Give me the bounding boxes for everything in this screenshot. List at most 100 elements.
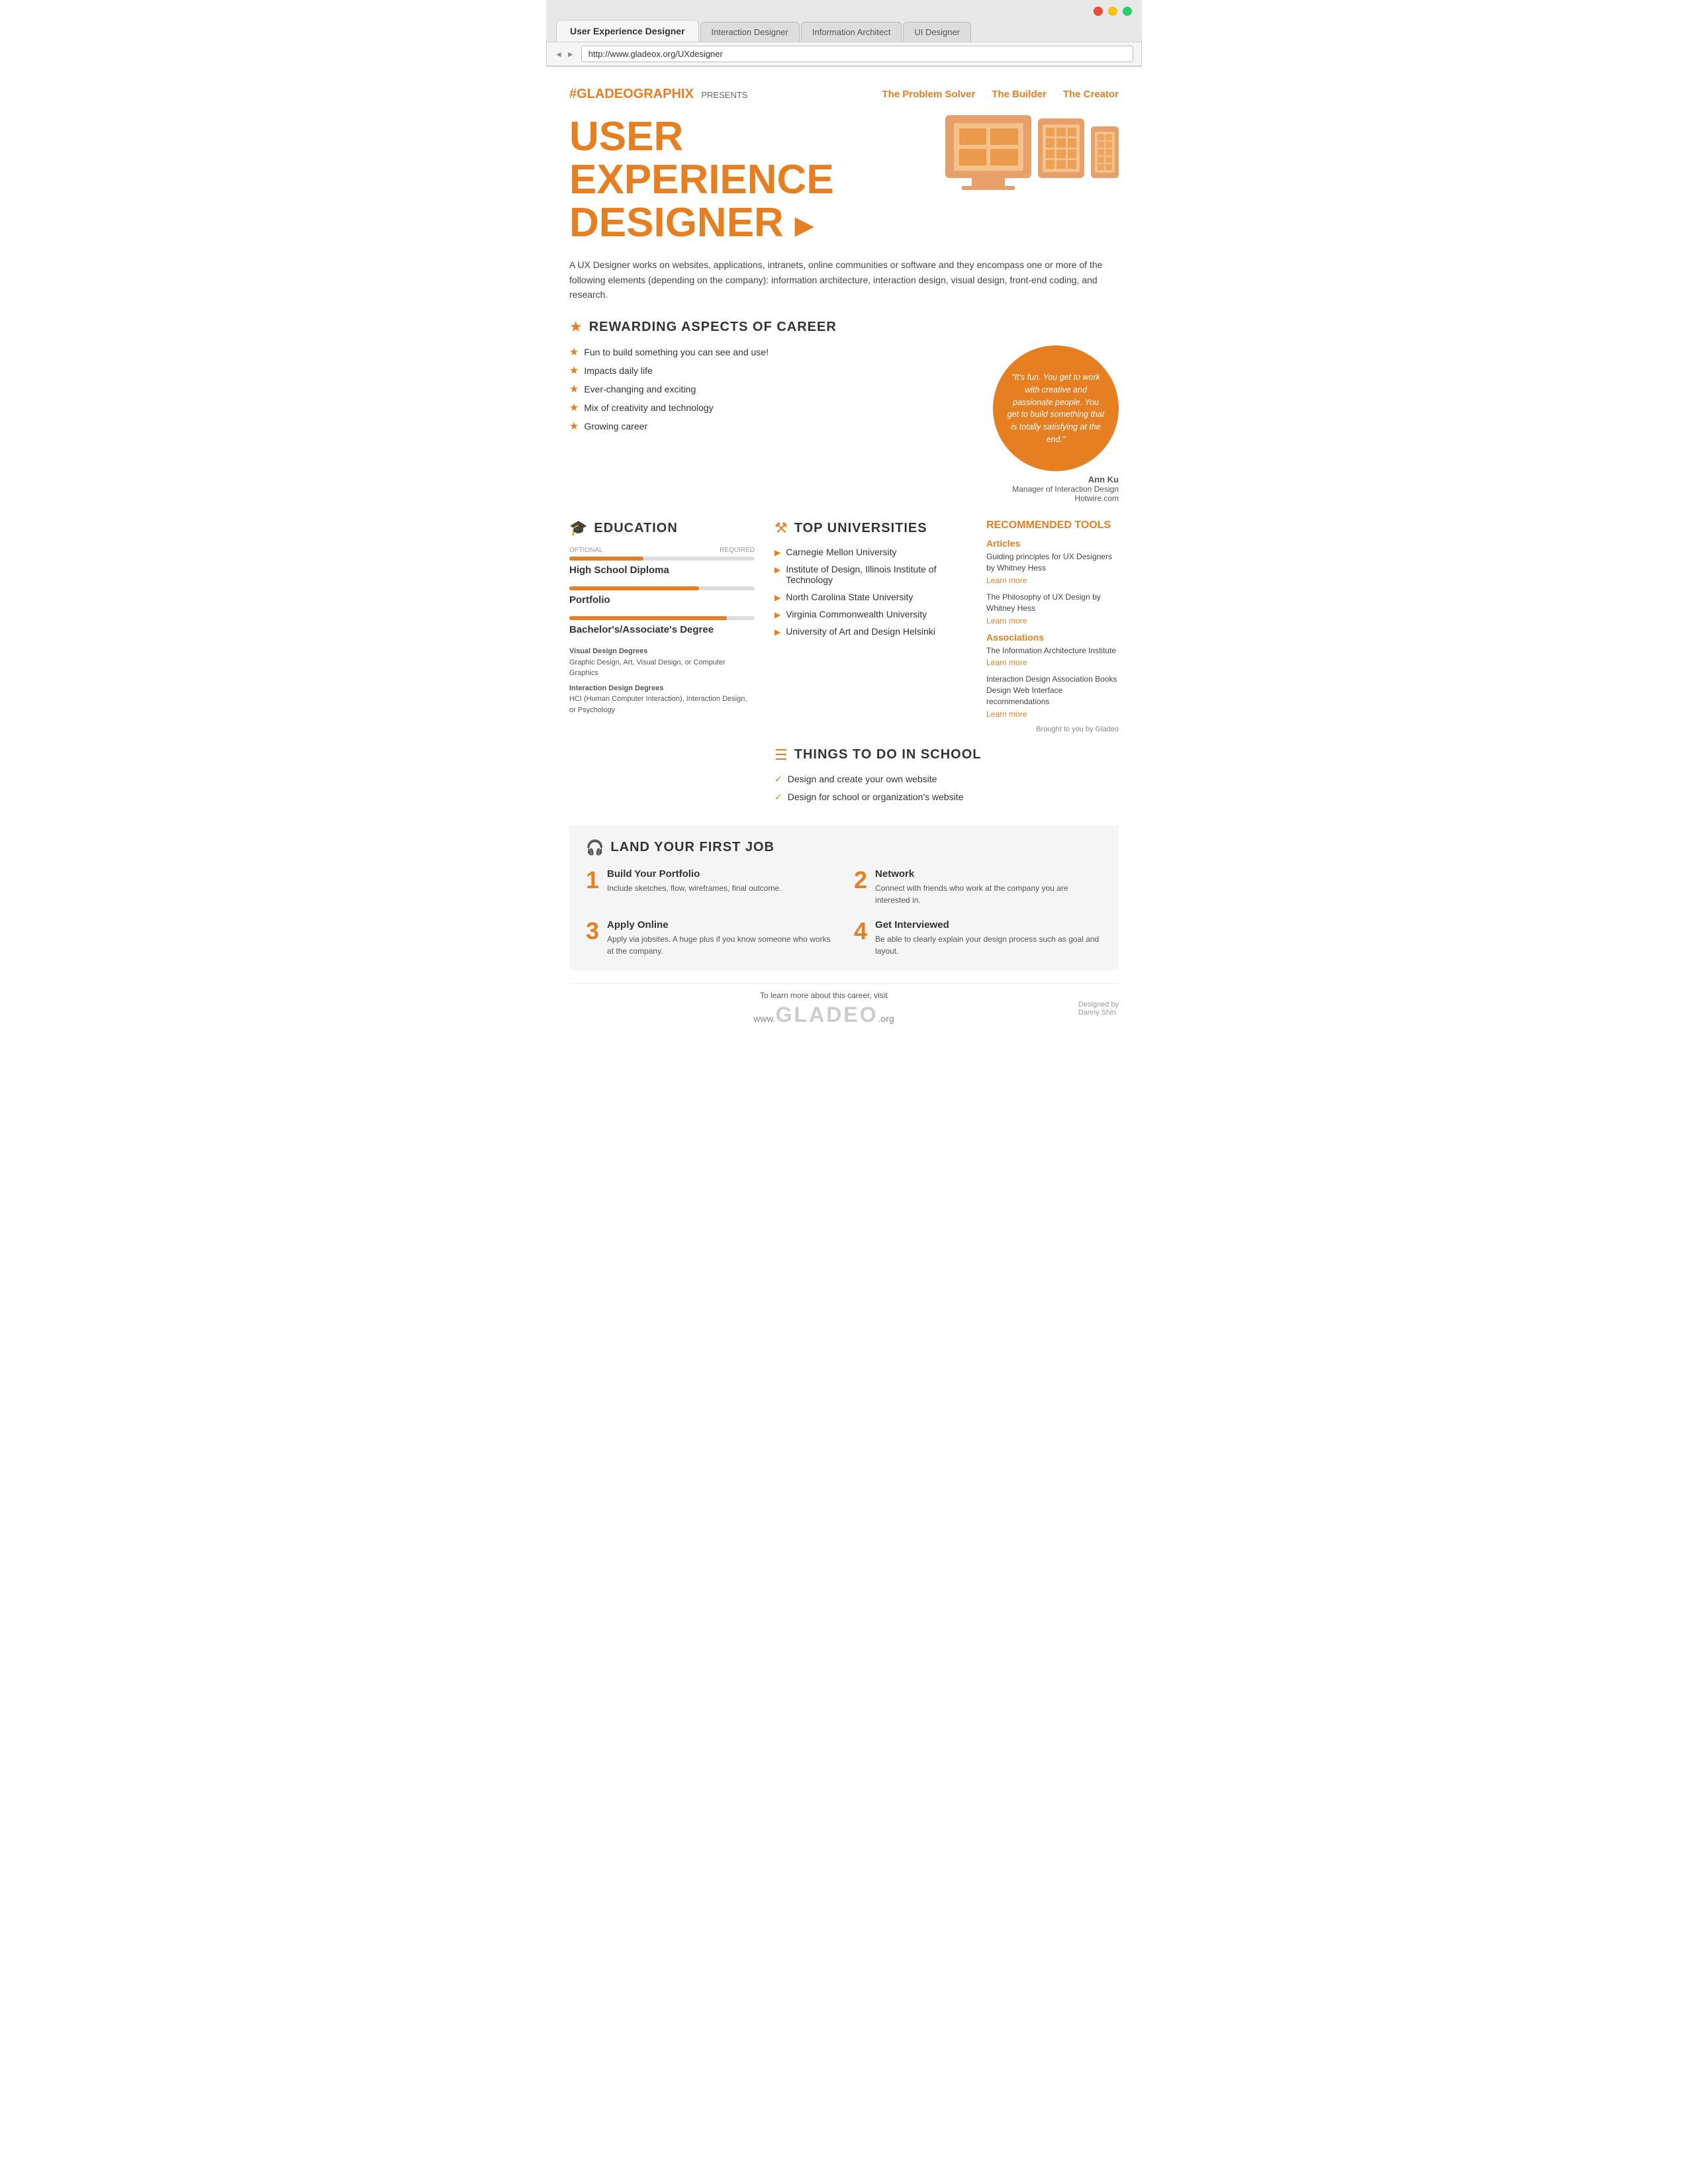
job-number: 2 xyxy=(854,868,867,892)
rewarding-item: ★Ever-changing and exciting xyxy=(569,383,980,396)
university-item: ▶Carnegie Mellon University xyxy=(774,547,973,557)
university-item: ▶Virginia Commonwealth University xyxy=(774,609,973,619)
window-maximize[interactable] xyxy=(1123,7,1132,16)
rewarding-item: ★Impacts daily life xyxy=(569,364,980,377)
edu-item-diploma: High School Diploma xyxy=(569,557,755,576)
learn-more-assoc-link[interactable]: Learn more xyxy=(986,709,1119,719)
job-step: 1 Build Your Portfolio Include sketches,… xyxy=(586,868,834,906)
job-desc: Be able to clearly explain your design p… xyxy=(875,933,1102,957)
rewarding-section-title: REWARDING ASPECTS OF CAREER xyxy=(589,320,837,335)
universities-title: TOP UNIVERSITIES xyxy=(794,521,927,536)
tri-icon: ▶ xyxy=(774,565,780,574)
designed-by: Designed by Danny Shin xyxy=(1078,1001,1119,1017)
tab-interaction-designer[interactable]: Interaction Designer xyxy=(700,22,800,42)
www-text: www. xyxy=(753,1013,775,1024)
back-button[interactable]: ◄ xyxy=(555,50,563,59)
association-item: Interaction Design Association Books Des… xyxy=(986,674,1119,718)
star-icon: ★ xyxy=(569,345,579,359)
articles-title: Articles xyxy=(986,538,1119,549)
things-section: ☰ THINGS TO DO IN SCHOOL ✓Design and cre… xyxy=(774,747,1119,803)
university-item: ▶North Carolina State University xyxy=(774,592,973,602)
tab-information-architect[interactable]: Information Architect xyxy=(801,22,902,42)
edu-labels: OPTIONAL REQUIRED xyxy=(569,547,755,554)
check-icon: ✓ xyxy=(774,774,782,785)
tab-ui-designer[interactable]: UI Designer xyxy=(903,22,971,42)
job-title: Get Interviewed xyxy=(875,919,1102,931)
tools-section: RECOMMENDED TOOLS Articles Guiding princ… xyxy=(986,520,1119,733)
visit-text: To learn more about this career, visit xyxy=(753,991,894,1000)
tri-icon: ▶ xyxy=(774,627,780,637)
gladeo-logo: GLADEO xyxy=(776,1003,878,1027)
job-step: 3 Apply Online Apply via jobsites. A hug… xyxy=(586,919,834,957)
check-icon: ✓ xyxy=(774,792,782,803)
footer: To learn more about this career, visit w… xyxy=(569,983,1119,1027)
rewarding-item: ★Fun to build something you can see and … xyxy=(569,345,980,359)
things-item: ✓Design for school or organization's web… xyxy=(774,792,1119,803)
star-icon: ★ xyxy=(569,420,579,433)
quote-text: "It's fun. You get to work with creative… xyxy=(1006,371,1105,446)
persona-builder[interactable]: The Builder xyxy=(992,89,1047,100)
rewarding-item: ★Mix of creativity and technology xyxy=(569,401,980,414)
job-title: Build Your Portfolio xyxy=(607,868,781,880)
education-title: EDUCATION xyxy=(594,521,677,536)
associations-title: Associations xyxy=(986,632,1119,643)
jobs-section: 🎧 LAND YOUR FIRST JOB 1 Build Your Portf… xyxy=(569,826,1119,970)
article-item: Guiding principles for UX Designers by W… xyxy=(986,551,1119,585)
job-step: 4 Get Interviewed Be able to clearly exp… xyxy=(854,919,1102,957)
jobs-title: LAND YOUR FIRST JOB xyxy=(610,840,774,855)
address-bar[interactable]: http://www.gladeox.org/UXdesigner xyxy=(581,46,1133,62)
window-minimize[interactable] xyxy=(1108,7,1117,16)
list-icon: ☰ xyxy=(774,747,788,764)
degree-types: Visual Design Degrees Graphic Design, Ar… xyxy=(569,646,755,715)
headphone-icon: 🎧 xyxy=(586,839,604,856)
learn-more-assoc-link[interactable]: Learn more xyxy=(986,658,1119,667)
brought-by: Brought to you by Gladeo xyxy=(986,725,1119,733)
job-number: 1 xyxy=(586,868,599,892)
job-number: 4 xyxy=(854,919,867,943)
education-section: 🎓 EDUCATION OPTIONAL REQUIRED High Schoo… xyxy=(569,520,755,809)
job-step: 2 Network Connect with friends who work … xyxy=(854,868,1102,906)
brand-hashtag: #GLADEOGRAPHIX PRESENTS xyxy=(569,87,747,102)
learn-more-link[interactable]: Learn more xyxy=(986,576,1119,585)
edu-item-degree: Bachelor's/Associate's Degree xyxy=(569,616,755,635)
job-desc: Apply via jobsites. A huge plus if you k… xyxy=(607,933,834,957)
university-item: ▶University of Art and Design Helsinki xyxy=(774,626,973,637)
tri-icon: ▶ xyxy=(774,548,780,557)
universities-section: ⚒ TOP UNIVERSITIES ▶Carnegie Mellon Univ… xyxy=(774,520,973,733)
university-item: ▶Institute of Design, Illinois Institute… xyxy=(774,564,973,585)
association-item: The Information Architecture InstituteLe… xyxy=(986,645,1119,668)
forward-button[interactable]: ► xyxy=(567,50,575,59)
graduation-icon: 🎓 xyxy=(569,520,587,537)
star-icon: ★ xyxy=(569,364,579,377)
learn-more-link[interactable]: Learn more xyxy=(986,616,1119,625)
article-item: The Philosophy of UX Design by Whitney H… xyxy=(986,592,1119,625)
star-section-icon: ★ xyxy=(569,318,583,336)
rewarding-list: ★Fun to build something you can see and … xyxy=(569,345,980,503)
persona-links: The Problem Solver The Builder The Creat… xyxy=(882,89,1119,100)
rewarding-item: ★Growing career xyxy=(569,420,980,433)
tab-ux-designer[interactable]: User Experience Designer xyxy=(556,20,699,42)
quote-attribution: Ann Ku Manager of Interaction Design Hot… xyxy=(1012,475,1119,503)
tri-icon: ▶ xyxy=(774,610,780,619)
quote-bubble: "It's fun. You get to work with creative… xyxy=(993,345,1119,471)
star-icon: ★ xyxy=(569,401,579,414)
job-desc: Include sketches, flow, wireframes, fina… xyxy=(607,882,781,894)
tri-icon: ▶ xyxy=(774,593,780,602)
tools-title: RECOMMENDED TOOLS xyxy=(986,520,1119,531)
edu-item-portfolio: Portfolio xyxy=(569,586,755,606)
description-text: A UX Designer works on websites, applica… xyxy=(569,257,1119,302)
hero-devices xyxy=(945,115,1119,190)
mortar-icon: ⚒ xyxy=(774,520,788,537)
job-desc: Connect with friends who work at the com… xyxy=(875,882,1102,906)
hero-title: USER EXPERIENCE DESIGNER ▶ xyxy=(569,115,945,244)
things-item: ✓Design and create your own website xyxy=(774,774,1119,785)
things-title: THINGS TO DO IN SCHOOL xyxy=(794,747,982,762)
persona-problem-solver[interactable]: The Problem Solver xyxy=(882,89,975,100)
org-text: .org xyxy=(878,1013,894,1024)
window-close[interactable] xyxy=(1094,7,1103,16)
persona-creator[interactable]: The Creator xyxy=(1063,89,1119,100)
job-number: 3 xyxy=(586,919,599,943)
job-title: Network xyxy=(875,868,1102,880)
star-icon: ★ xyxy=(569,383,579,396)
job-title: Apply Online xyxy=(607,919,834,931)
